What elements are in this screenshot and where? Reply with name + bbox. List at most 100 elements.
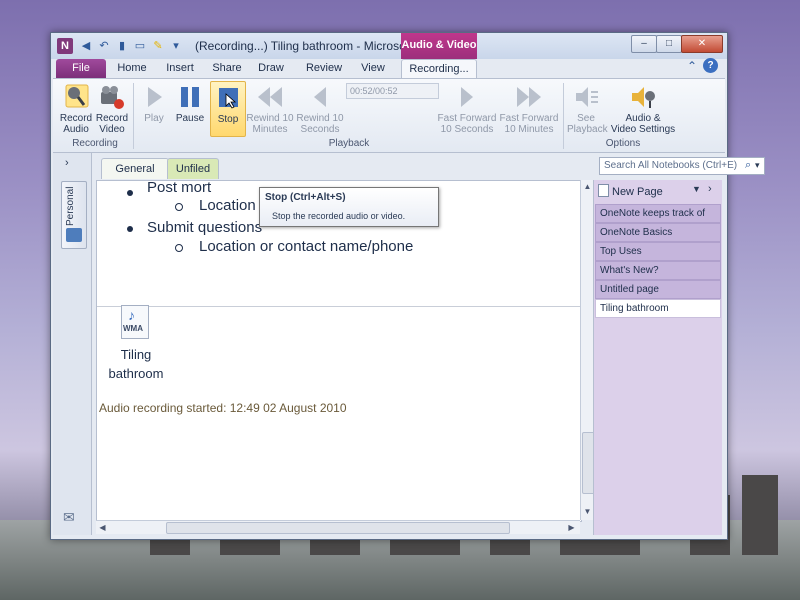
- rewind-10-seconds-button[interactable]: Rewind 10 Seconds: [296, 81, 344, 135]
- horizontal-scrollbar[interactable]: ◀ ▶: [96, 520, 580, 534]
- rewind-10-minutes-button[interactable]: Rewind 10 Minutes: [246, 81, 294, 135]
- tab-share[interactable]: Share: [207, 59, 247, 78]
- rewind-minutes-icon: [258, 87, 282, 107]
- see-playback-label-1: See: [577, 113, 595, 124]
- rewind-min-label-2: Minutes: [252, 124, 288, 135]
- highlighter-icon[interactable]: ✎: [151, 39, 165, 53]
- tab-review[interactable]: Review: [301, 59, 347, 78]
- stop-icon: [219, 88, 238, 109]
- note-line[interactable]: Submit questions: [147, 219, 262, 236]
- collapse-pages-icon[interactable]: ›: [708, 183, 712, 195]
- wma-file-icon[interactable]: ♪ WMA: [121, 305, 149, 339]
- fullpage-icon[interactable]: ▭: [133, 39, 147, 53]
- new-page-icon: [598, 184, 609, 197]
- group-separator: [563, 83, 564, 149]
- horizontal-scroll-thumb[interactable]: [166, 522, 510, 534]
- fast-forward-10-seconds-button[interactable]: Fast Forward 10 Seconds: [437, 81, 497, 135]
- rewind-min-label-1: Rewind 10: [246, 113, 294, 124]
- section-tab-unfiled[interactable]: Unfiled: [167, 158, 219, 179]
- close-button[interactable]: ✕: [681, 35, 723, 53]
- pause-button[interactable]: Pause: [173, 81, 207, 135]
- tab-home[interactable]: Home: [111, 59, 153, 78]
- new-page-label: New Page: [612, 186, 663, 198]
- page-item[interactable]: Top Uses: [595, 242, 721, 261]
- stop-tooltip: Stop (Ctrl+Alt+S) Stop the recorded audi…: [259, 187, 439, 227]
- unfiled-notes-icon[interactable]: ✉: [63, 509, 81, 525]
- scroll-right-icon[interactable]: ▶: [566, 522, 577, 533]
- page-canvas[interactable]: Post mort Location or contact name/phone…: [96, 180, 582, 522]
- tab-file[interactable]: File: [56, 59, 106, 78]
- music-note-icon: ♪: [128, 307, 135, 323]
- back-icon[interactable]: ◀: [79, 39, 93, 53]
- new-page-dropdown-icon[interactable]: ▼: [692, 184, 701, 194]
- audio-file-caption[interactable]: Tiling bathroom: [101, 345, 171, 383]
- onenote-app-icon[interactable]: N: [57, 38, 73, 54]
- title-bar: N ◀ ↶ ▮ ▭ ✎ ▾ (Recording...) Tiling bath…: [51, 33, 727, 59]
- group-label-options: Options: [605, 138, 641, 149]
- ff-min-label-2: 10 Minutes: [504, 124, 554, 135]
- page-item[interactable]: OneNote Basics: [595, 223, 721, 242]
- notebook-tab-personal[interactable]: Personal: [61, 181, 87, 249]
- expand-navigation-icon[interactable]: ›: [65, 157, 69, 169]
- new-page-button[interactable]: New Page: [598, 184, 663, 198]
- search-icon[interactable]: ⌕: [745, 159, 751, 172]
- see-playback-label-2: Playback: [567, 124, 608, 135]
- tab-draw[interactable]: Draw: [251, 59, 291, 78]
- section-tab-general[interactable]: General: [101, 158, 169, 179]
- onenote-window: N ◀ ↶ ▮ ▭ ✎ ▾ (Recording...) Tiling bath…: [50, 32, 765, 540]
- record-audio-button[interactable]: Record Audio: [59, 81, 93, 135]
- ribbon-tab-row: File Home Insert Share Draw Review View …: [51, 57, 727, 79]
- file-caption-line-1: Tiling: [120, 347, 152, 362]
- undo-icon[interactable]: ↶: [97, 39, 111, 53]
- rewind-sec-label-2: Seconds: [300, 124, 340, 135]
- scroll-left-icon[interactable]: ◀: [97, 522, 108, 533]
- page-item[interactable]: OneNote keeps track of: [595, 204, 721, 223]
- stop-button[interactable]: Stop: [210, 81, 246, 137]
- video-camera-icon: [101, 86, 124, 109]
- page-divider: [97, 306, 581, 307]
- fast-forward-seconds-icon: [461, 87, 473, 107]
- ff-sec-label-2: 10 Seconds: [440, 124, 494, 135]
- note-line[interactable]: Post mort: [147, 181, 211, 196]
- maximize-button[interactable]: □: [656, 35, 682, 53]
- page-tabs-panel: New Page ▼ › OneNote keeps track of OneN…: [593, 180, 722, 535]
- vertical-scrollbar[interactable]: ▲ ▼: [580, 180, 595, 520]
- record-video-button[interactable]: Record Video: [95, 81, 129, 135]
- fast-forward-10-minutes-button[interactable]: Fast Forward 10 Minutes: [499, 81, 559, 135]
- sub-bullet-icon: [175, 203, 183, 211]
- notebook-icon: [66, 228, 82, 242]
- bullet-icon: [127, 226, 133, 232]
- play-button[interactable]: Play: [137, 81, 171, 135]
- rewind-sec-label-1: Rewind 10: [296, 113, 344, 124]
- tooltip-title: Stop (Ctrl+Alt+S): [265, 192, 346, 203]
- playback-speaker-icon: [576, 87, 598, 107]
- playback-time-display: 00:52/00:52: [346, 83, 439, 99]
- scroll-down-icon[interactable]: ▼: [582, 506, 593, 517]
- audio-video-settings-button[interactable]: Audio & Video Settings: [609, 81, 677, 135]
- tab-recording[interactable]: Recording...: [401, 59, 477, 79]
- av-settings-label-2: Video Settings: [610, 124, 676, 135]
- page-item[interactable]: What's New?: [595, 261, 721, 280]
- search-scope-dropdown-icon[interactable]: ▾: [755, 160, 760, 171]
- pause-icon: [181, 87, 199, 107]
- record-video-label-2: Video: [99, 124, 125, 135]
- file-caption-line-2: bathroom: [108, 366, 164, 381]
- minimize-ribbon-icon[interactable]: ⌃: [687, 59, 697, 73]
- notebook-navigation: › Personal ✉: [53, 153, 92, 535]
- settings-speaker-icon: [632, 87, 655, 108]
- group-label-playback: Playback: [328, 138, 370, 149]
- page-item[interactable]: Untitled page: [595, 280, 721, 299]
- tab-view[interactable]: View: [353, 59, 393, 78]
- audio-recording-note[interactable]: Audio recording started: 12:49 02 August…: [99, 401, 347, 415]
- minimize-button[interactable]: –: [631, 35, 657, 53]
- page-item-selected[interactable]: Tiling bathroom: [595, 299, 721, 318]
- dock-icon[interactable]: ▮: [115, 39, 129, 53]
- group-separator: [133, 83, 134, 149]
- note-line[interactable]: Location or contact name/phone: [199, 238, 413, 255]
- tab-insert[interactable]: Insert: [157, 59, 203, 78]
- scroll-up-icon[interactable]: ▲: [582, 181, 593, 192]
- search-input[interactable]: Search All Notebooks (Ctrl+E): [599, 157, 765, 175]
- see-playback-button[interactable]: See Playback: [567, 81, 608, 135]
- customize-qat-icon[interactable]: ▾: [169, 39, 183, 53]
- help-icon[interactable]: ?: [703, 58, 718, 73]
